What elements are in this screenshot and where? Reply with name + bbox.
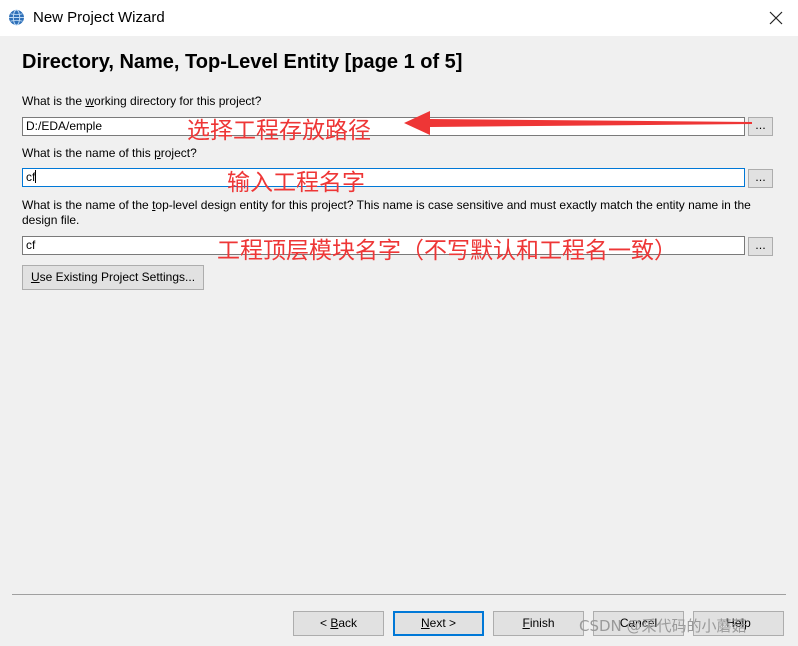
finish-button[interactable]: Finish bbox=[493, 611, 584, 636]
next-button[interactable]: Next > bbox=[393, 611, 484, 636]
title-bar: New Project Wizard bbox=[0, 0, 798, 36]
browse-project-button[interactable]: ... bbox=[748, 169, 773, 188]
watermark: CSDN @采代码的小蘑菇 bbox=[579, 617, 747, 635]
footer-separator bbox=[12, 594, 786, 595]
annotation-directory: 选择工程存放路径 bbox=[187, 118, 371, 144]
browse-entity-button[interactable]: ... bbox=[748, 237, 773, 256]
annotation-project-name: 输入工程名字 bbox=[227, 170, 365, 196]
project-name-label: What is the name of this project? bbox=[22, 146, 197, 160]
working-directory-label: What is the working directory for this p… bbox=[22, 94, 262, 108]
annotation-arrow-icon bbox=[404, 111, 752, 135]
use-existing-settings-button[interactable]: Use Existing Project Settings... bbox=[22, 265, 204, 290]
page-heading: Directory, Name, Top-Level Entity [page … bbox=[22, 51, 463, 73]
quartus-globe-icon bbox=[9, 9, 24, 26]
project-name-input[interactable]: cf bbox=[22, 168, 745, 187]
close-icon[interactable] bbox=[769, 11, 783, 25]
top-level-entity-label: What is the name of the top-level design… bbox=[22, 198, 751, 227]
window-title: New Project Wizard bbox=[33, 9, 165, 26]
text-caret bbox=[35, 170, 37, 183]
back-button[interactable]: < Back bbox=[293, 611, 384, 636]
annotation-top-level-entity: 工程顶层模块名字（不写默认和工程名一致） bbox=[217, 238, 677, 264]
